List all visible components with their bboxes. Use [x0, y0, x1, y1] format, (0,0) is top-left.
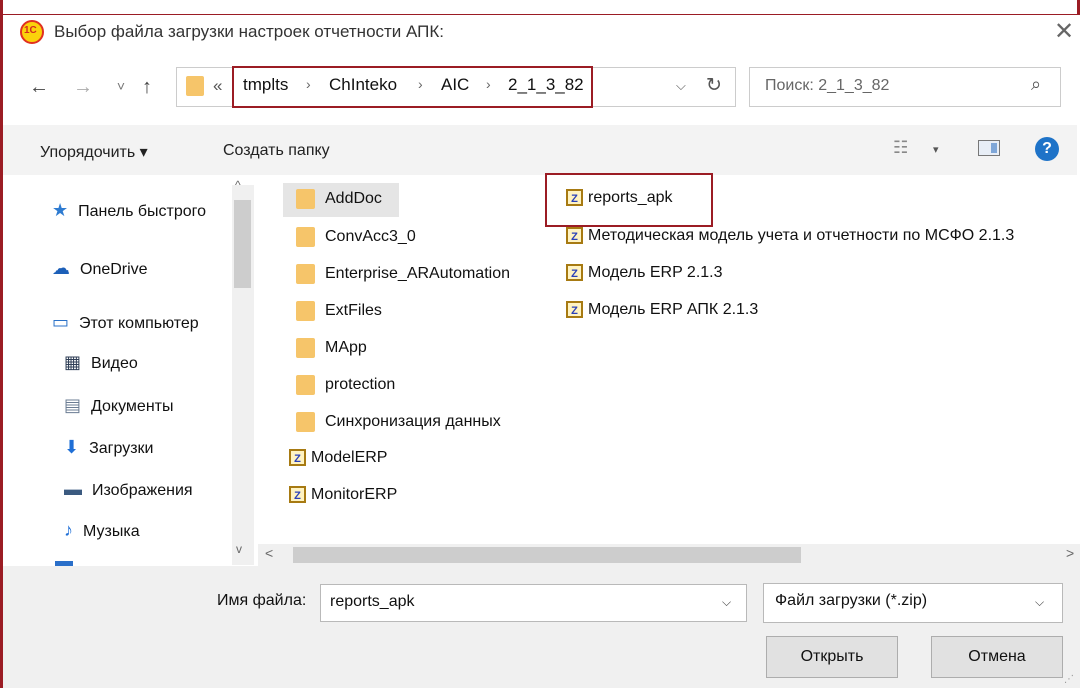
zip-archive-icon: Z: [566, 301, 583, 319]
file-name: ConvAcc3_0: [325, 228, 416, 246]
scroll-left-icon[interactable]: <: [265, 545, 273, 561]
folder-icon: [296, 412, 315, 432]
zip-file-item[interactable]: Z MonitorERP: [289, 486, 397, 504]
cancel-button[interactable]: Отмена: [931, 636, 1063, 678]
folder-icon: [296, 338, 315, 358]
file-name: Модель ERP 2.1.3: [588, 264, 723, 281]
folder-item[interactable]: ConvAcc3_0: [296, 227, 416, 247]
filetype-dropdown-icon[interactable]: ⌵: [1035, 595, 1044, 610]
scroll-right-icon[interactable]: >: [1066, 545, 1074, 561]
folder-item[interactable]: Синхронизация данных: [296, 412, 501, 432]
file-highlight-box: [545, 173, 713, 227]
resize-grip-icon[interactable]: ⋰: [1064, 674, 1074, 685]
folder-item[interactable]: ExtFiles: [296, 301, 382, 321]
file-name: ModelERP: [311, 449, 388, 466]
file-name: Модель ERP АПК 2.1.3: [588, 301, 759, 318]
file-name: Enterprise_ARAutomation: [325, 265, 510, 283]
file-name: AddDoc: [325, 190, 382, 208]
folder-icon: [296, 375, 315, 395]
zip-file-item[interactable]: Z Методическая модель учета и отчетности …: [566, 227, 1014, 245]
folder-item[interactable]: MApp: [296, 338, 367, 358]
filename-dropdown-icon[interactable]: ⌵: [722, 595, 731, 610]
file-name: ExtFiles: [325, 302, 382, 320]
folder-item[interactable]: Enterprise_ARAutomation: [296, 264, 510, 284]
horizontal-scroll-thumb[interactable]: [293, 547, 801, 563]
folder-item[interactable]: AddDoc: [296, 189, 382, 209]
filetype-value[interactable]: Файл загрузки (*.zip): [775, 592, 927, 610]
file-name: MApp: [325, 339, 367, 357]
file-name: protection: [325, 376, 396, 394]
folder-icon: [296, 189, 315, 209]
folder-icon: [296, 264, 315, 284]
folder-icon: [296, 227, 315, 247]
open-button[interactable]: Открыть: [766, 636, 898, 678]
zip-archive-icon: Z: [566, 264, 583, 282]
folder-item[interactable]: protection: [296, 375, 395, 395]
file-name: Синхронизация данных: [325, 413, 501, 431]
zip-archive-icon: Z: [289, 486, 306, 504]
folder-icon: [296, 301, 315, 321]
zip-file-item[interactable]: Z ModelERP: [289, 449, 387, 467]
zip-archive-icon: Z: [566, 227, 583, 245]
filename-value[interactable]: reports_apk: [330, 593, 415, 611]
filename-label: Имя файла:: [217, 592, 307, 609]
zip-file-item[interactable]: Z Модель ERP 2.1.3: [566, 264, 723, 282]
zip-file-item[interactable]: Z Модель ERP АПК 2.1.3: [566, 301, 758, 319]
file-name: MonitorERP: [311, 486, 398, 503]
file-name: Методическая модель учета и отчетности п…: [588, 227, 1015, 244]
zip-archive-icon: Z: [289, 449, 306, 467]
